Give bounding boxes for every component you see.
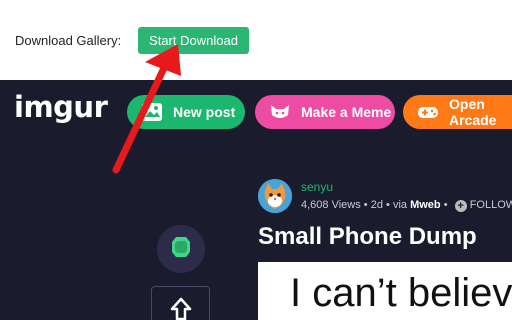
view-count: 4,608 Views (301, 199, 361, 211)
download-gallery-label: Download Gallery: (15, 33, 122, 48)
download-bar: Download Gallery: Start Download (0, 0, 512, 80)
follow-plus-icon[interactable]: + (454, 200, 467, 212)
post-title: Small Phone Dump (258, 223, 477, 250)
post-meta: 4,608 Views • 2d • via Mweb • + FOLLOW (301, 199, 512, 212)
cat-avatar-icon (258, 179, 292, 213)
new-post-label: New post (173, 104, 236, 120)
open-arcade-label: Open Arcade (449, 96, 497, 128)
upvote-button[interactable] (151, 286, 210, 320)
post-username[interactable]: senyu (301, 180, 333, 194)
post-age: 2d (370, 199, 383, 211)
emerald-icon (171, 236, 191, 263)
make-a-meme-button[interactable]: Make a Meme (255, 95, 395, 129)
post-image[interactable]: I can’t believe (258, 262, 512, 320)
gamepad-icon (417, 101, 439, 123)
via-source: Mweb (410, 199, 441, 211)
via-label: via (392, 199, 408, 211)
start-download-button[interactable]: Start Download (138, 27, 249, 54)
make-a-meme-label: Make a Meme (301, 104, 392, 120)
new-post-button[interactable]: New post (127, 95, 245, 129)
imgur-logo[interactable]: imgur (14, 90, 108, 124)
open-arcade-button[interactable]: Open Arcade (403, 95, 512, 129)
cat-icon (269, 101, 291, 123)
image-plus-icon (141, 101, 163, 123)
upvote-arrow-icon (170, 297, 192, 320)
follow-label[interactable]: FOLLOW (470, 199, 512, 211)
user-avatar[interactable] (258, 179, 292, 213)
emerald-button[interactable] (157, 225, 205, 273)
imgur-page: imgur New post Make a Meme Open Arcade s… (0, 80, 512, 320)
